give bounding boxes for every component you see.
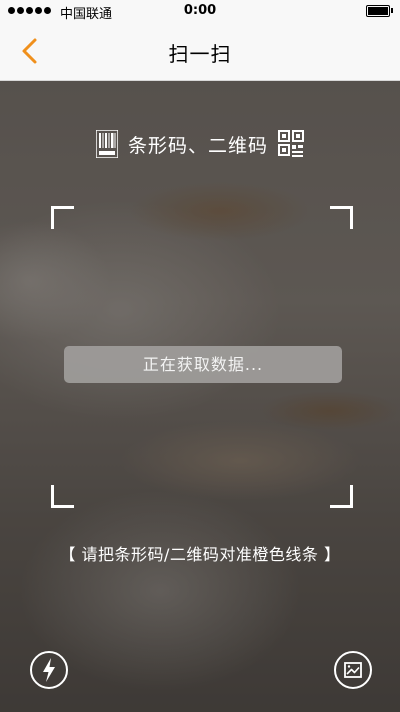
scan-frame-corner-top-left bbox=[51, 206, 74, 229]
camera-viewfinder: 条形码、二维码 正在获取数据... 【 请把条形码/二维码对准橙色线条 】 bbox=[0, 81, 400, 712]
flash-button[interactable] bbox=[30, 651, 68, 689]
album-button[interactable] bbox=[334, 651, 372, 689]
loading-toast: 正在获取数据... bbox=[64, 346, 342, 383]
navigation-bar: 扫一扫 bbox=[0, 22, 400, 81]
scan-mode-indicator: 条形码、二维码 bbox=[0, 129, 400, 159]
scan-hint: 【 请把条形码/二维码对准橙色线条 】 bbox=[59, 545, 341, 564]
status-bar: 中国联通 0:00 bbox=[0, 0, 400, 22]
scan-frame-corner-bottom-right bbox=[330, 485, 353, 508]
status-time: 0:00 bbox=[183, 3, 217, 18]
battery-icon bbox=[366, 5, 393, 17]
qrcode-icon bbox=[278, 130, 304, 157]
scan-mode-label: 条形码、二维码 bbox=[127, 134, 268, 157]
scan-frame-corner-top-right bbox=[330, 206, 353, 229]
page-title: 扫一扫 bbox=[168, 42, 232, 66]
barcode-icon bbox=[95, 130, 118, 158]
scanner-overlay: 条形码、二维码 正在获取数据... 【 请把条形码/二维码对准橙色线条 】 bbox=[0, 81, 400, 712]
flash-icon bbox=[43, 658, 55, 682]
scan-frame-corner-bottom-left bbox=[51, 485, 74, 508]
image-album-icon bbox=[344, 662, 362, 678]
